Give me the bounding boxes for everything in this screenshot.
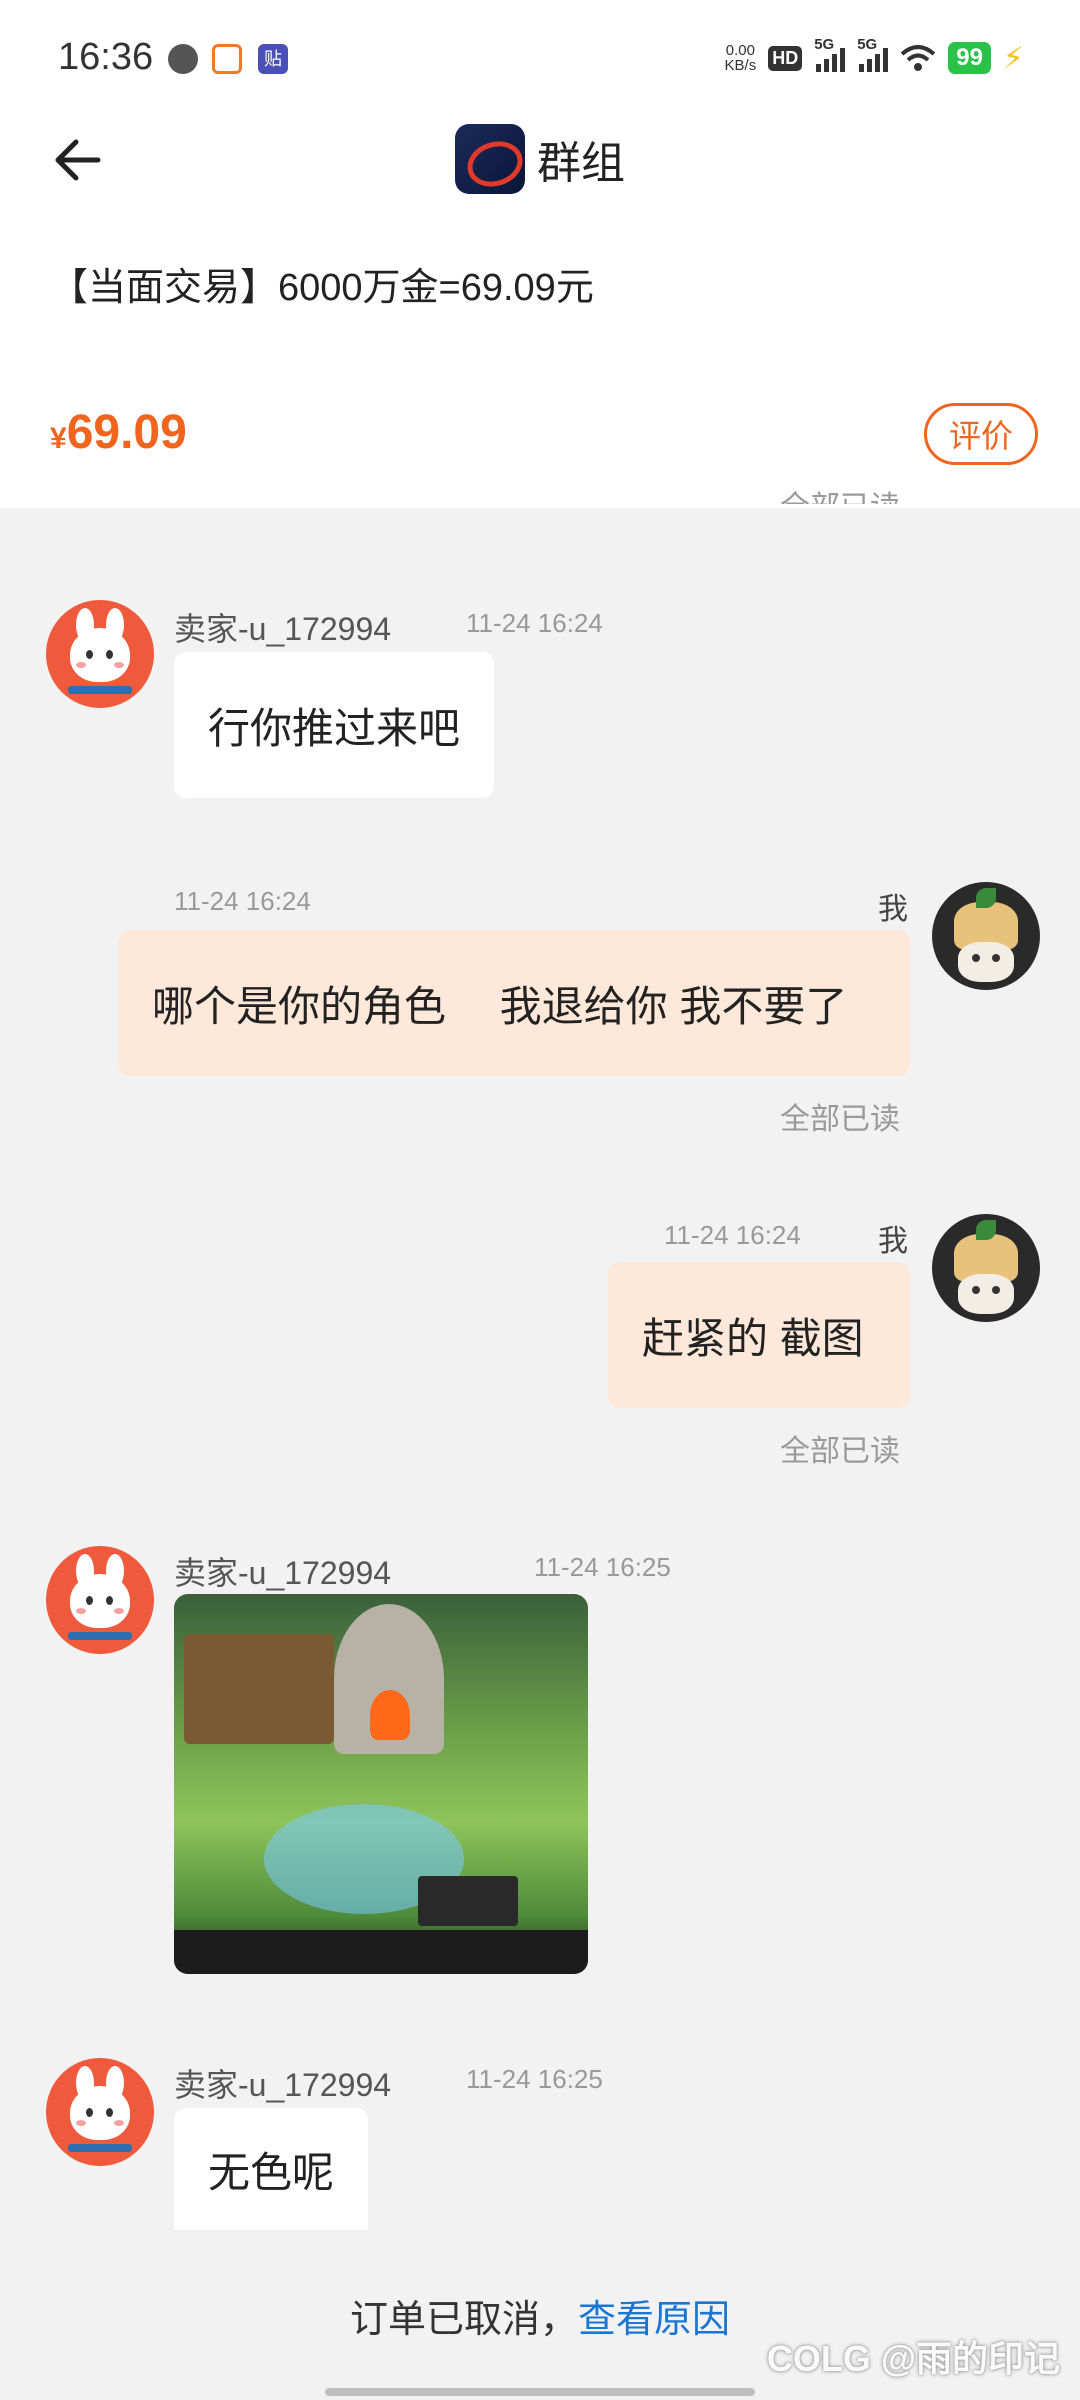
hd-voice-icon: HD	[768, 45, 803, 71]
seller-avatar[interactable]	[46, 600, 154, 708]
message-bubble[interactable]: 赶紧的 截图	[608, 1262, 910, 1408]
message-time: 11-24 16:24	[466, 608, 603, 638]
message-time: 11-24 16:25	[466, 2064, 603, 2094]
status-bar: 16:36 贴 0.00 KB/s HD 5G 5G 99 ⚡	[0, 0, 1080, 110]
seller-avatar[interactable]	[46, 1546, 154, 1654]
rate-button[interactable]: 评价	[924, 403, 1038, 465]
message-time: 11-24 16:25	[534, 1552, 671, 1582]
watermark: COLG @雨的印记	[766, 2338, 1060, 2379]
tieba-icon: 贴	[258, 44, 288, 74]
message-icon	[168, 44, 198, 74]
top-panel: 16:36 贴 0.00 KB/s HD 5G 5G 99 ⚡ 群组 【当面交易…	[0, 0, 1080, 508]
battery-icon: 99	[948, 42, 991, 74]
message-time: 11-24 16:24	[664, 1220, 801, 1250]
product-price: ¥69.09	[50, 406, 187, 459]
sender-name: 卖家-u_172994	[174, 611, 392, 647]
signal-icon: 5G	[814, 36, 846, 72]
order-status-bar: 订单已取消，查看原因 COLG @雨的印记	[0, 2230, 1080, 2400]
status-right-icons: 0.00 KB/s HD 5G 5G 99 ⚡	[724, 36, 1024, 78]
message-bubble[interactable]: 行你推过来吧	[174, 652, 495, 798]
signal-icon: 5G	[857, 36, 889, 72]
sender-name: 卖家-u_172994	[174, 2067, 392, 2103]
sender-name: 卖家-u_172994	[174, 1555, 392, 1591]
status-time: 16:36	[58, 36, 154, 78]
my-avatar[interactable]	[932, 882, 1040, 990]
app-header: 群组	[0, 110, 1080, 210]
message-bubble[interactable]: 无色呢	[174, 2108, 369, 2230]
net-speed: 0.00 KB/s	[724, 42, 757, 74]
sender-name: 我	[878, 893, 908, 926]
header-title-group: 群组	[0, 124, 1080, 194]
read-status: 全部已读	[780, 1103, 900, 1136]
wifi-icon	[900, 45, 936, 71]
charging-icon: ⚡	[1002, 41, 1024, 75]
read-status: 全部已读	[780, 1435, 900, 1468]
app-notification-icon	[212, 44, 242, 74]
message-time: 11-24 16:24	[174, 886, 311, 916]
product-title: 【当面交易】6000万金=69.09元	[50, 267, 594, 309]
my-avatar[interactable]	[932, 1214, 1040, 1322]
game-logo-icon	[455, 124, 525, 194]
page-title: 群组	[537, 139, 625, 188]
view-reason-link[interactable]: 查看原因	[578, 2299, 730, 2341]
message-bubble[interactable]: 哪个是你的角色 我退给你 我不要了	[118, 930, 910, 1076]
seller-avatar[interactable]	[46, 2058, 154, 2166]
game-screenshot-image[interactable]	[174, 1594, 588, 1974]
home-indicator[interactable]	[325, 2388, 755, 2396]
sender-name: 我	[878, 1225, 908, 1258]
